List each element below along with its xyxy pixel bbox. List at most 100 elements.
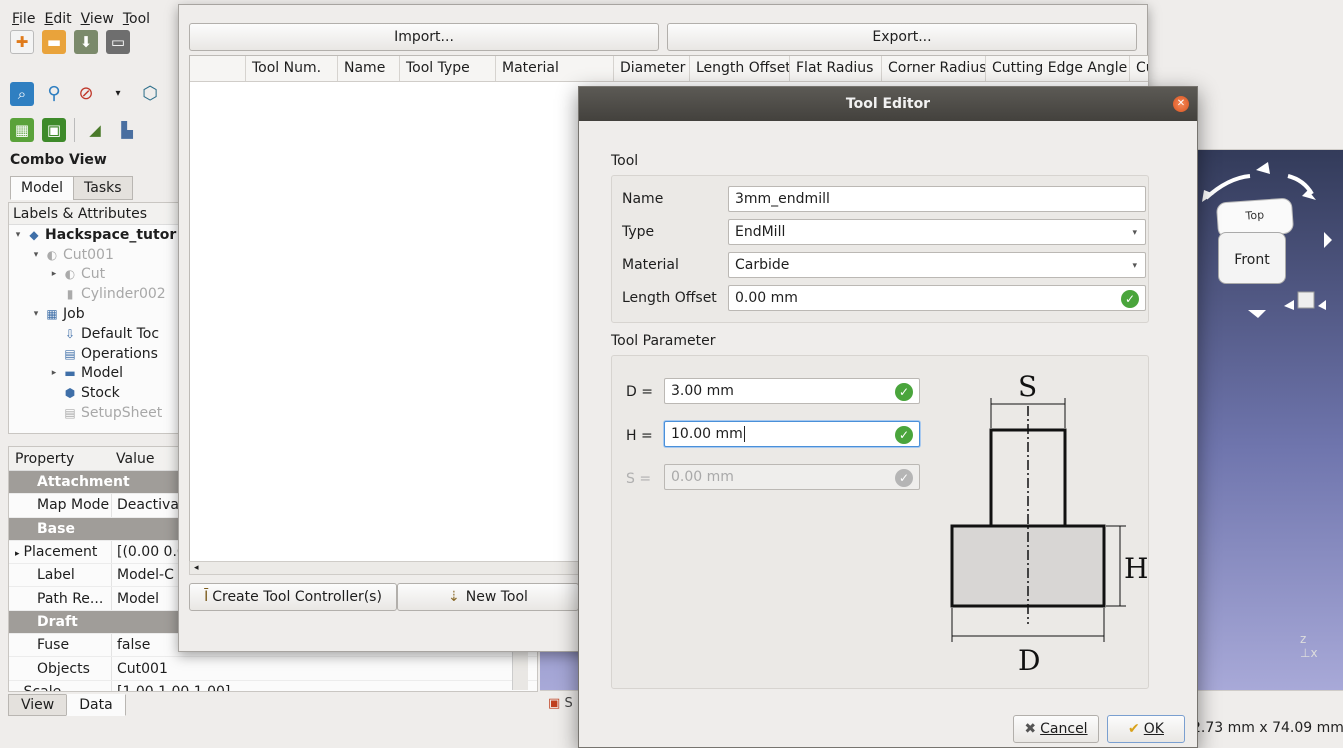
property-row[interactable]: Objects Cut001 [9,657,537,681]
tool-group-title: Tool [611,153,639,169]
save-icon[interactable]: ⬇ [74,30,98,54]
table-horizontal-scrollbar[interactable]: ◂ [189,561,585,575]
tree-rows: ▾ ◆ Hackspace_tutor ▾ ◐ Cut001 ▸ ◐ Cut ▮ Cylinder0… [9,225,179,423]
draw-style-icon[interactable]: ⊘ [74,82,98,106]
expand-right-icon[interactable]: ▸ [15,549,20,559]
column-header[interactable]: Tool Num. [246,56,338,81]
left-small-arrow-icon [1284,300,1294,310]
expand-down-icon[interactable]: ▾ [31,309,41,319]
expand-right-icon[interactable]: ▸ [15,689,20,691]
export-job-icon[interactable]: ▣ [42,118,66,142]
tree-item[interactable]: ▾ ◆ Hackspace_tutor [9,225,179,245]
tree-item[interactable]: ▸ ◐ Cut [9,265,179,285]
scroll-left-icon[interactable]: ◂ [194,563,199,573]
property-value[interactable]: [(0.00 0.0 [111,540,186,564]
job-icon[interactable]: ▦ [10,118,34,142]
print-icon[interactable]: ▭ [106,30,130,54]
h-input[interactable]: 10.00 mm ✓ [664,421,920,447]
profile-icon[interactable]: ◢ [83,118,107,142]
expand-right-icon[interactable]: ▸ [49,269,59,279]
tree-item[interactable]: ▾ ▦ Job [9,304,179,324]
tree-item[interactable]: ▤ SetupSheet [9,403,179,423]
tree-item-label: Operations [81,345,158,362]
column-header[interactable] [190,56,246,81]
new-tool-button[interactable]: ⇣ New Tool [397,583,579,611]
column-header[interactable]: Diameter [614,56,690,81]
material-select[interactable]: Carbide ▾ [728,252,1146,278]
d-input[interactable]: 3.00 mm ✓ [664,378,920,404]
new-file-icon[interactable]: ✚ [10,30,34,54]
tree-item[interactable]: ⬢ Stock [9,383,179,403]
cube-face-front[interactable]: Front [1218,232,1286,284]
name-input[interactable]: 3mm_endmill [728,186,1146,212]
diagram-d-label: D [1018,644,1040,677]
tool-editor-dialog: Tool Editor ✕ Tool Name 3mm_endmill Type… [578,86,1198,748]
value-column-header[interactable]: Value [111,451,154,467]
property-value[interactable]: Model-C [111,564,174,587]
pocket-icon[interactable]: ▙ [115,118,139,142]
s-value: 0.00 mm [671,469,734,485]
tab-data[interactable]: Data [66,694,126,716]
create-tool-controller-button[interactable]: Ī Create Tool Controller(s) [189,583,397,611]
expand-right-icon[interactable]: ▸ [49,368,59,378]
expand-down-icon[interactable]: ▾ [13,230,23,240]
export-button[interactable]: Export... [667,23,1137,51]
column-header[interactable]: Cutting Edge Angle [986,56,1130,81]
tree-header: Labels & Attributes [9,203,179,225]
valid-check-icon: ✓ [895,469,913,487]
view-cube-icon[interactable]: ⬡ [138,82,162,106]
column-header[interactable]: Length Offset [690,56,790,81]
zoom-icon[interactable]: ⚲ [42,82,66,106]
tree-item-icon: ⇩ [64,326,76,341]
material-label: Material [622,257,679,273]
cancel-button[interactable]: ✖ Cancel [1013,715,1099,743]
tree-item-label: Hackspace_tutor [45,226,177,243]
column-header[interactable]: Material [496,56,614,81]
zoom-fit-icon[interactable]: ⌕ [10,82,34,106]
property-name-label: Map Mode [37,497,110,514]
column-header[interactable]: Corner Radius [882,56,986,81]
d-label: D = [626,384,653,400]
property-value[interactable]: Deactiva [111,494,179,517]
close-icon[interactable]: ✕ [1173,96,1189,112]
tab-model[interactable]: Model [10,176,75,200]
new-tool-icon: ⇣ [448,589,460,605]
tree-item[interactable]: ▾ ◐ Cut001 [9,245,179,265]
expand-down-icon[interactable]: ▾ [31,250,41,260]
tab-view[interactable]: View [8,694,68,716]
tree-item[interactable]: ⇩ Default Toc [9,324,179,344]
chevron-down-icon[interactable]: ▾ [106,82,130,106]
length-offset-input[interactable]: 0.00 mm ✓ [728,285,1146,311]
dialog-titlebar[interactable]: Tool Editor [579,87,1197,121]
open-icon[interactable]: ▬ [42,30,66,54]
property-value[interactable]: false [111,634,150,657]
property-scrollbar[interactable] [512,650,528,690]
tree-item[interactable]: ▸ ▬ Model [9,364,179,384]
column-header[interactable]: Cu [1130,56,1148,81]
import-button[interactable]: Import... [189,23,659,51]
column-header[interactable]: Tool Type [400,56,496,81]
tree-item[interactable]: ▤ Operations [9,344,179,364]
material-select-value: Carbide [735,257,790,273]
tool-table-header: Tool Num. Name Tool Type Material Diameter Le… [190,56,1148,82]
tree-item-icon: ⬢ [64,386,76,401]
column-header[interactable]: Name [338,56,400,81]
view-toolbar: ⌕ ⚲ ⊘ ▾ ⬡ [10,74,162,114]
combo-tabs: Model Tasks [10,176,133,200]
right-small-arrow-icon [1318,300,1326,310]
type-select[interactable]: EndMill ▾ [728,219,1146,245]
endmill-diagram: S H D [950,370,1148,677]
property-value[interactable]: Cut001 [111,657,168,680]
tab-tasks[interactable]: Tasks [73,176,133,200]
property-value[interactable]: [1.00 1.00 1.00] [111,680,230,691]
tree-item[interactable]: ▮ Cylinder002 [9,284,179,304]
property-column-header[interactable]: Property [9,451,111,467]
d-value: 3.00 mm [671,383,734,399]
ok-button[interactable]: ✔ OK [1107,715,1185,743]
property-row[interactable]: ▸Scale[1.00 1.00 1.00] [9,680,537,691]
tree-item-icon: ◆ [29,227,39,242]
property-value[interactable]: Model [111,587,159,610]
right-arrow-icon [1324,232,1332,248]
length-offset-label: Length Offset [622,290,717,306]
column-header[interactable]: Flat Radius [790,56,882,81]
